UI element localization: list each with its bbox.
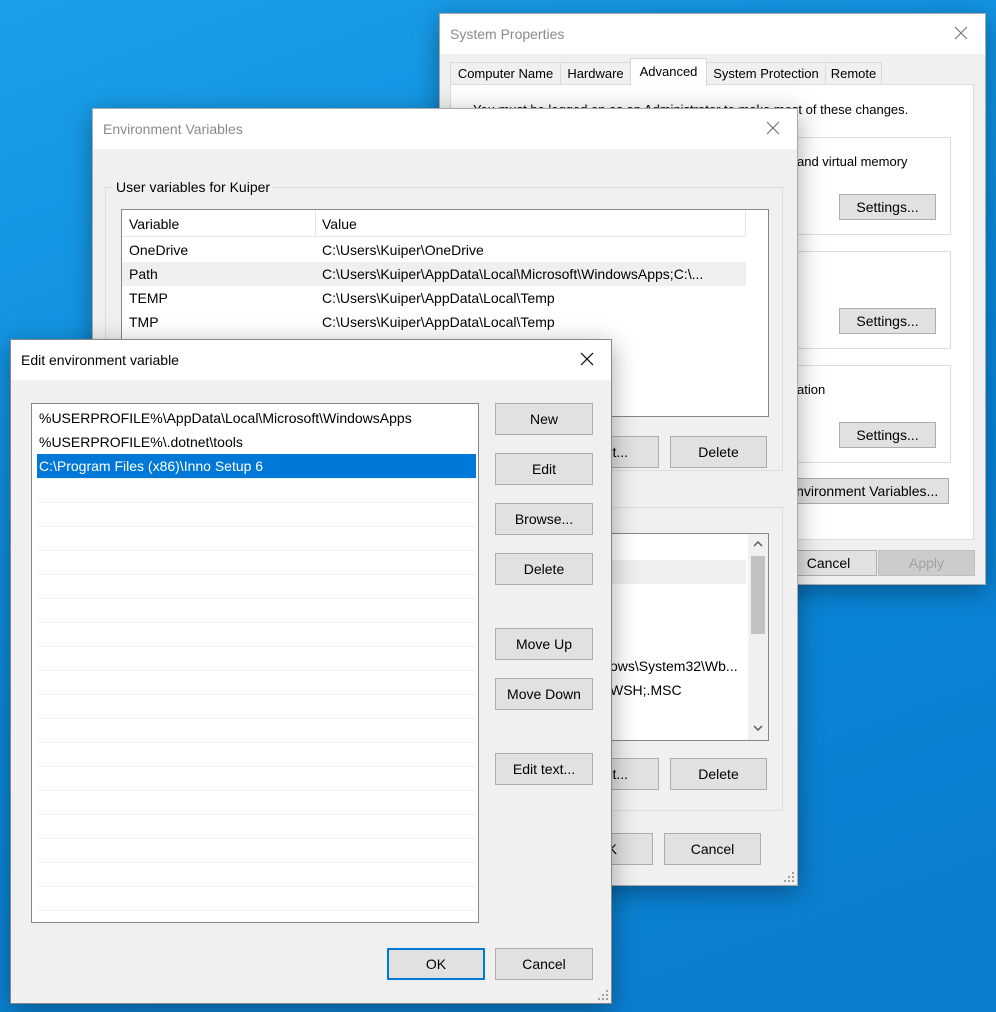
list-item-empty[interactable] [37, 814, 476, 839]
tab-label: Hardware [567, 66, 624, 81]
list-item[interactable]: %USERPROFILE%\AppData\Local\Microsoft\Wi… [37, 406, 476, 430]
list-item-empty[interactable] [37, 670, 476, 695]
scroll-thumb[interactable] [751, 556, 765, 634]
new-button[interactable]: New [495, 403, 593, 435]
tab-label: Computer Name [457, 66, 554, 81]
list-item-empty[interactable] [37, 766, 476, 791]
user-delete-button[interactable]: Delete [670, 436, 767, 468]
table-row[interactable]: Path C:\Users\Kuiper\AppData\Local\Micro… [122, 262, 746, 286]
list-item-empty[interactable] [37, 862, 476, 887]
scrollbar[interactable] [748, 534, 768, 740]
window-title: Environment Variables [103, 121, 243, 137]
browse-button[interactable]: Browse... [495, 503, 593, 535]
resize-grip-icon[interactable] [597, 989, 609, 1001]
startup-description: ation [797, 382, 826, 397]
ok-button[interactable]: OK [387, 948, 485, 980]
list-item-empty[interactable] [37, 838, 476, 863]
list-item-empty[interactable] [37, 478, 476, 503]
variable-name: TMP [129, 314, 159, 330]
path-entry-text: %USERPROFILE%\AppData\Local\Microsoft\Wi… [39, 410, 412, 426]
scroll-down-icon[interactable] [753, 724, 763, 732]
list-item-empty[interactable] [37, 694, 476, 719]
close-button[interactable] [751, 109, 797, 149]
edit-text-button[interactable]: Edit text... [495, 753, 593, 785]
variable-value: C:\Users\Kuiper\AppData\Local\Microsoft\… [322, 266, 704, 282]
environment-variables-titlebar[interactable]: Environment Variables [93, 109, 797, 149]
tab-remote[interactable]: Remote [825, 62, 882, 85]
environment-variables-button[interactable]: Environment Variables... [776, 478, 949, 504]
envvars-cancel-button[interactable]: Cancel [664, 833, 761, 865]
close-icon [580, 352, 594, 366]
apply-button[interactable]: Apply [878, 550, 975, 576]
resize-grip-icon[interactable] [783, 871, 795, 883]
list-item-empty[interactable] [37, 886, 476, 911]
list-item-empty[interactable] [37, 718, 476, 743]
performance-settings-button[interactable]: Settings... [839, 194, 936, 220]
edit-dialog-titlebar[interactable]: Edit environment variable [11, 340, 611, 380]
startup-settings-button[interactable]: Settings... [839, 422, 936, 448]
close-icon [766, 121, 780, 135]
scroll-up-icon[interactable] [753, 540, 763, 548]
list-item[interactable]: %USERPROFILE%\.dotnet\tools [37, 430, 476, 454]
list-item-empty[interactable] [37, 622, 476, 647]
variable-name: OneDrive [129, 242, 189, 258]
list-item-empty[interactable] [37, 646, 476, 671]
tab-label: System Protection [713, 66, 819, 81]
tab-label: Advanced [639, 64, 698, 79]
tab-computer-name[interactable]: Computer Name [450, 62, 561, 85]
system-variable-value: WSH;.MSC [610, 682, 682, 698]
tab-label: Remote [830, 66, 877, 81]
tab-hardware[interactable]: Hardware [560, 62, 631, 85]
system-variable-value: ows\System32\Wb... [610, 658, 738, 674]
edit-button[interactable]: Edit [495, 453, 593, 485]
path-entry-text: C:\Program Files (x86)\Inno Setup 6 [39, 458, 264, 474]
close-button[interactable] [565, 340, 611, 380]
system-properties-titlebar[interactable]: System Properties [440, 14, 985, 54]
list-item-empty[interactable] [37, 550, 476, 575]
variable-value: C:\Users\Kuiper\AppData\Local\Temp [322, 314, 555, 330]
list-item-selected[interactable]: C:\Program Files (x86)\Inno Setup 6 [37, 454, 476, 478]
column-variable[interactable]: Variable [129, 216, 179, 232]
close-button[interactable] [939, 14, 985, 54]
list-item-empty[interactable] [37, 598, 476, 623]
cancel-button[interactable]: Cancel [495, 948, 593, 980]
variable-value: C:\Users\Kuiper\OneDrive [322, 242, 484, 258]
edit-environment-variable-window: Edit environment variable %USERPROFILE%\… [10, 339, 612, 1004]
path-entry-text: %USERPROFILE%\.dotnet\tools [39, 434, 243, 450]
performance-description: and virtual memory [797, 154, 908, 169]
user-variables-label: User variables for Kuiper [113, 179, 274, 195]
list-item-empty[interactable] [37, 910, 476, 922]
move-up-button[interactable]: Move Up [495, 628, 593, 660]
variable-name: Path [129, 266, 158, 282]
list-item-empty[interactable] [37, 526, 476, 551]
move-down-button[interactable]: Move Down [495, 678, 593, 710]
variable-name: TEMP [129, 290, 168, 306]
list-item-empty[interactable] [37, 502, 476, 527]
system-delete-button[interactable]: Delete [670, 758, 767, 790]
list-item-empty[interactable] [37, 742, 476, 767]
list-item-empty[interactable] [37, 790, 476, 815]
column-value[interactable]: Value [322, 216, 357, 232]
close-icon [954, 26, 968, 40]
table-row[interactable]: TEMP C:\Users\Kuiper\AppData\Local\Temp [122, 286, 746, 310]
window-title: Edit environment variable [21, 352, 179, 368]
path-entries-list[interactable]: %USERPROFILE%\AppData\Local\Microsoft\Wi… [31, 403, 479, 923]
window-title: System Properties [450, 26, 565, 42]
table-row[interactable]: OneDrive C:\Users\Kuiper\OneDrive [122, 238, 746, 262]
tab-system-protection[interactable]: System Protection [706, 62, 826, 85]
variable-value: C:\Users\Kuiper\AppData\Local\Temp [322, 290, 555, 306]
list-item-empty[interactable] [37, 574, 476, 599]
tab-advanced[interactable]: Advanced [630, 58, 707, 86]
table-row[interactable]: TMP C:\Users\Kuiper\AppData\Local\Temp [122, 310, 746, 334]
delete-button[interactable]: Delete [495, 553, 593, 585]
column-header: Variable Value [122, 210, 746, 237]
profiles-settings-button[interactable]: Settings... [839, 308, 936, 334]
